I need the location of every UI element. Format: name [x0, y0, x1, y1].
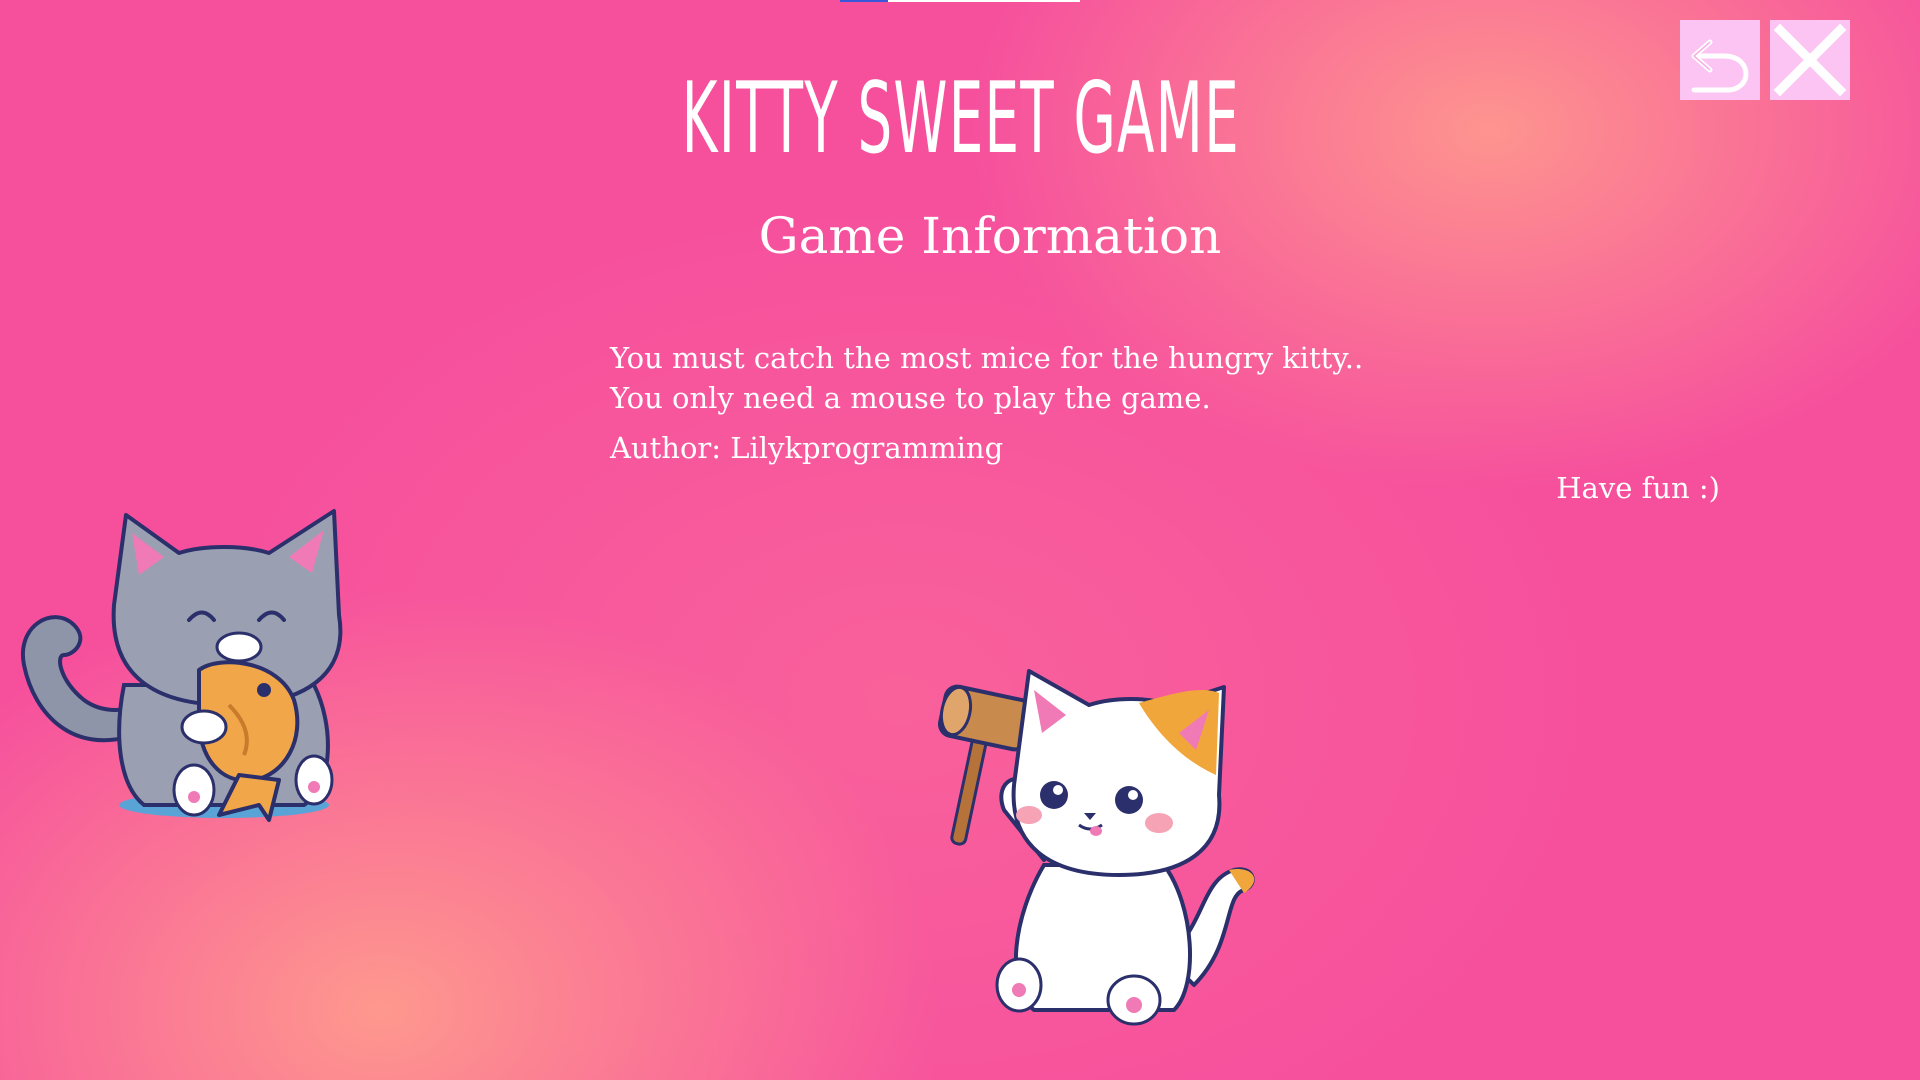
- back-button[interactable]: [1680, 20, 1760, 100]
- section-heading: Game Information: [758, 207, 1222, 265]
- close-button[interactable]: [1770, 20, 1850, 100]
- author-credit: Author: Lilykprogramming: [610, 431, 1004, 465]
- game-title: KITTY SWEET GAME: [681, 62, 1240, 176]
- gray-cat-illustration: [20, 509, 343, 822]
- white-cat-illustration: [937, 669, 1255, 1026]
- description-line: You only need a mouse to play the game.: [610, 381, 1211, 415]
- back-arrow-icon: [1691, 39, 1749, 93]
- game-description: You must catch the most mice for the hun…: [610, 338, 1363, 418]
- hammer-handle: [950, 734, 988, 846]
- close-x-icon: [1773, 23, 1847, 97]
- top-progress-strip: [840, 0, 1080, 2]
- description-line: You must catch the most mice for the hun…: [610, 341, 1364, 375]
- farewell-text: Have fun :): [1556, 471, 1720, 505]
